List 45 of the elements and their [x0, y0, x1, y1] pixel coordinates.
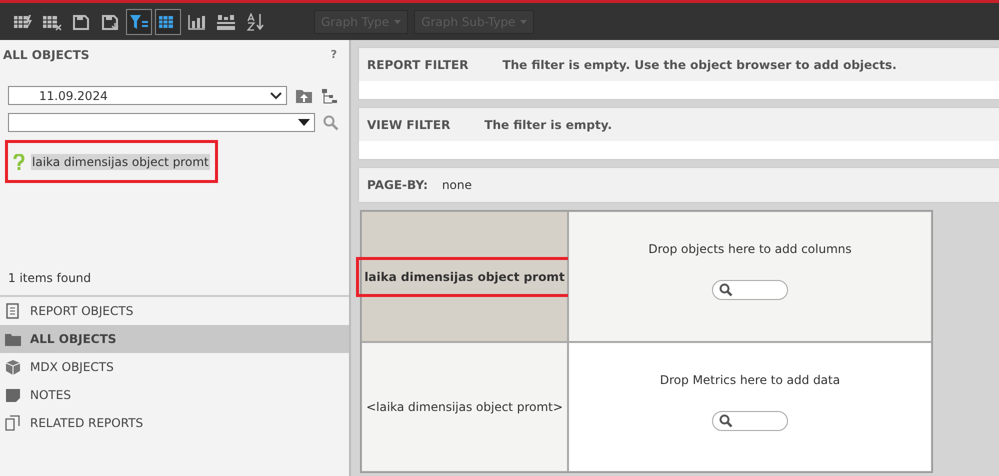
row-value: <laika dimensijas object promt>: [366, 400, 563, 414]
drop-hint: Drop objects here to add columns: [648, 242, 852, 256]
layout-icon: [216, 12, 236, 30]
sort-icon: [245, 12, 265, 30]
result-item[interactable]: laika dimensijas object promt: [5, 140, 218, 183]
page-by-value: none: [442, 178, 472, 192]
question-icon: [13, 154, 25, 170]
tree-icon[interactable]: [321, 88, 337, 104]
filter-label: VIEW FILTER: [367, 118, 450, 132]
folder-dropdown[interactable]: 11.09.2024: [8, 86, 287, 105]
toolbar-button[interactable]: [126, 8, 152, 34]
note-icon: [5, 387, 21, 403]
caret-icon: [298, 119, 310, 126]
nav-item[interactable]: MDX OBJECTS: [0, 353, 349, 381]
nav-item[interactable]: NOTES: [0, 381, 349, 409]
toolbar-button[interactable]: [155, 8, 181, 34]
panel-title: ALL OBJECTS: [3, 48, 90, 64]
cube-icon: [5, 359, 21, 375]
search-icon: [719, 414, 733, 428]
filter-message: The filter is empty. Use the object browser to add objects.: [502, 58, 897, 72]
search-field[interactable]: [8, 113, 315, 132]
document-icon: [5, 303, 21, 319]
pages-icon: [5, 415, 21, 431]
save-icon: [71, 12, 91, 30]
filter-message: The filter is empty.: [484, 118, 612, 132]
help-icon[interactable]: ?: [330, 48, 337, 82]
page-by-label: PAGE-BY:: [367, 178, 428, 192]
grid-bolt-icon: [13, 12, 33, 30]
nav-item[interactable]: RELATED REPORTS: [0, 409, 349, 437]
caret-icon: [394, 20, 402, 24]
nav-item[interactable]: REPORT OBJECTS: [0, 297, 349, 325]
chevron-icon: [270, 92, 282, 100]
search-icon: [719, 283, 733, 297]
items-count: 1 items found: [0, 260, 349, 297]
nav-item[interactable]: ALL OBJECTS: [0, 325, 349, 353]
search-field[interactable]: [712, 411, 788, 431]
search-field[interactable]: [712, 280, 788, 300]
drop-hint: Drop Metrics here to add data: [660, 373, 840, 387]
folder-up-icon[interactable]: [295, 88, 313, 104]
folder-icon: [5, 331, 21, 347]
caret-icon: [520, 20, 528, 24]
filter-label: REPORT FILTER: [367, 58, 468, 72]
search-icon[interactable]: [323, 114, 339, 130]
bar-chart-icon: [187, 12, 207, 30]
filter-icon: [129, 12, 149, 30]
